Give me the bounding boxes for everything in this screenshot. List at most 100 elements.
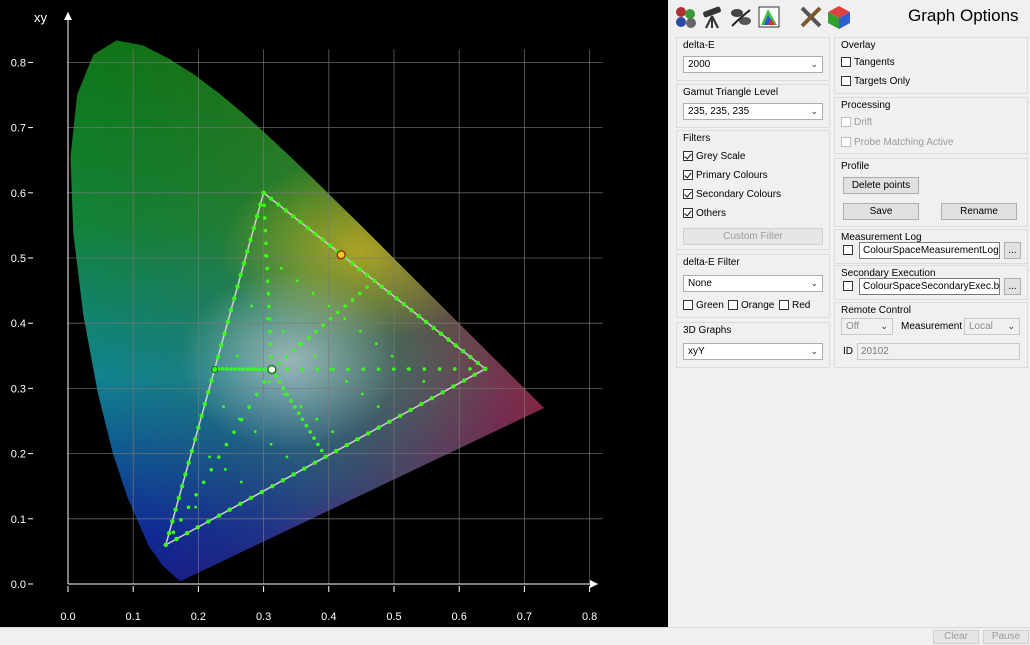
custom-filter-button[interactable]: Custom Filter <box>683 228 823 245</box>
interior-point <box>269 442 273 446</box>
edge-point <box>195 525 200 530</box>
tools-icon[interactable] <box>798 4 824 30</box>
edge-point <box>379 284 385 289</box>
delta-e-filter-select[interactable]: None ⌄ <box>683 275 823 292</box>
secondary-execution-checkbox[interactable] <box>843 281 856 293</box>
y-tick-label: 0.4 <box>11 318 26 330</box>
checkbox-box <box>683 170 693 180</box>
radial-point <box>229 367 233 371</box>
probe-icon[interactable] <box>728 4 754 30</box>
probe-matching-checkbox[interactable]: Probe Matching Active <box>841 137 954 149</box>
others-checkbox[interactable]: Others <box>683 208 726 220</box>
radial-point <box>267 304 271 309</box>
interior-point <box>422 380 426 383</box>
interior-point <box>281 329 285 333</box>
radial-point <box>268 329 272 334</box>
radial-point <box>284 355 289 359</box>
radial-point <box>261 191 266 195</box>
orange-filter-checkbox[interactable]: Orange <box>728 300 774 312</box>
edge-point <box>251 225 257 231</box>
3d-graphs-select[interactable]: xyY ⌄ <box>683 343 823 360</box>
color-chart-icon[interactable] <box>756 4 782 30</box>
targets-only-checkbox[interactable]: Targets Only <box>841 76 910 88</box>
clear-button[interactable]: Clear <box>933 630 979 644</box>
radial-point <box>357 291 362 296</box>
checkbox-label: Tangents <box>854 57 895 68</box>
secondary-execution-file-input[interactable]: ColourSpaceSecondaryExec.bat <box>859 278 1000 295</box>
radial-point <box>266 291 271 296</box>
y-tick-label: 0.7 <box>11 123 26 135</box>
interior-point <box>265 317 269 320</box>
secondary-execution-browse-button[interactable]: ... <box>1004 278 1021 295</box>
checkbox-box <box>683 300 693 310</box>
checkbox-label: Probe Matching Active <box>854 137 954 148</box>
radial-point <box>306 336 311 340</box>
edge-point <box>355 437 360 442</box>
interior-point <box>329 367 333 371</box>
x-tick-label: 0.2 <box>191 611 206 623</box>
save-button[interactable]: Save <box>843 203 919 220</box>
green-filter-checkbox[interactable]: Green <box>683 300 724 312</box>
cube-icon[interactable] <box>826 4 852 30</box>
radial-point <box>268 342 273 347</box>
radial-point <box>277 380 282 384</box>
secondary-colours-checkbox[interactable]: Secondary Colours <box>683 189 781 201</box>
checkbox-box <box>683 151 693 161</box>
edge-point <box>170 519 175 524</box>
radial-point <box>336 310 340 315</box>
radial-point <box>257 367 262 372</box>
edge-point <box>209 378 214 383</box>
x-tick-label: 0.1 <box>126 611 141 623</box>
radial-point <box>171 530 176 535</box>
remote-id-input[interactable]: 20102 <box>857 343 1020 360</box>
radial-point <box>217 455 221 459</box>
edge-point <box>245 249 250 254</box>
edge-point <box>166 530 172 536</box>
measurement-select[interactable]: Local ⌄ <box>964 318 1020 335</box>
edge-point <box>397 413 403 418</box>
edge-point <box>468 354 473 360</box>
measurement-log-checkbox[interactable] <box>843 245 856 257</box>
panel-title: Graph Options <box>908 6 1019 25</box>
checkbox-label: Others <box>696 208 727 219</box>
delete-points-button[interactable]: Delete points <box>843 177 919 194</box>
edge-point <box>258 202 263 207</box>
interior-point <box>194 505 198 509</box>
radial-point <box>262 216 267 220</box>
rename-button[interactable]: Rename <box>941 203 1017 220</box>
measurement-log-browse-button[interactable]: ... <box>1004 242 1021 259</box>
red-filter-checkbox[interactable]: Red <box>779 300 810 312</box>
group-label: Overlay <box>841 40 876 51</box>
pause-button[interactable]: Pause <box>983 630 1029 644</box>
x-tick-label: 0.6 <box>452 611 467 623</box>
edge-point <box>320 237 325 242</box>
interior-point <box>224 468 227 471</box>
delta-e-select[interactable]: 2000 ⌄ <box>683 56 823 73</box>
spheres-icon[interactable] <box>672 4 698 30</box>
edge-point <box>429 395 435 401</box>
primary-colours-checkbox[interactable]: Primary Colours <box>683 170 768 182</box>
measurement-log-file-input[interactable]: ColourSpaceMeasurementLog.csv <box>859 242 1000 259</box>
telescope-icon[interactable] <box>700 4 726 30</box>
checkbox-box <box>728 300 738 310</box>
radial-point <box>164 543 168 547</box>
radial-point <box>350 298 355 302</box>
edge-point <box>238 501 243 507</box>
checkbox-box <box>841 117 851 127</box>
radial-point <box>233 367 237 371</box>
edge-point <box>174 536 179 542</box>
checkbox-box <box>843 281 853 291</box>
tangents-checkbox[interactable]: Tangents <box>841 57 895 69</box>
yellow-point-marker <box>336 249 346 260</box>
interior-point <box>299 405 303 408</box>
checkbox-label: Grey Scale <box>696 151 746 162</box>
gamut-triangle-select[interactable]: 235, 235, 235 ⌄ <box>683 103 823 120</box>
radial-point <box>452 367 457 371</box>
drift-checkbox[interactable]: Drift <box>841 117 872 129</box>
edge-point <box>357 266 362 272</box>
edge-point <box>248 237 253 242</box>
radial-point <box>300 367 305 372</box>
edge-point <box>446 337 451 342</box>
grey-scale-checkbox[interactable]: Grey Scale <box>683 151 745 163</box>
remote-mode-select[interactable]: Off ⌄ <box>841 318 893 335</box>
